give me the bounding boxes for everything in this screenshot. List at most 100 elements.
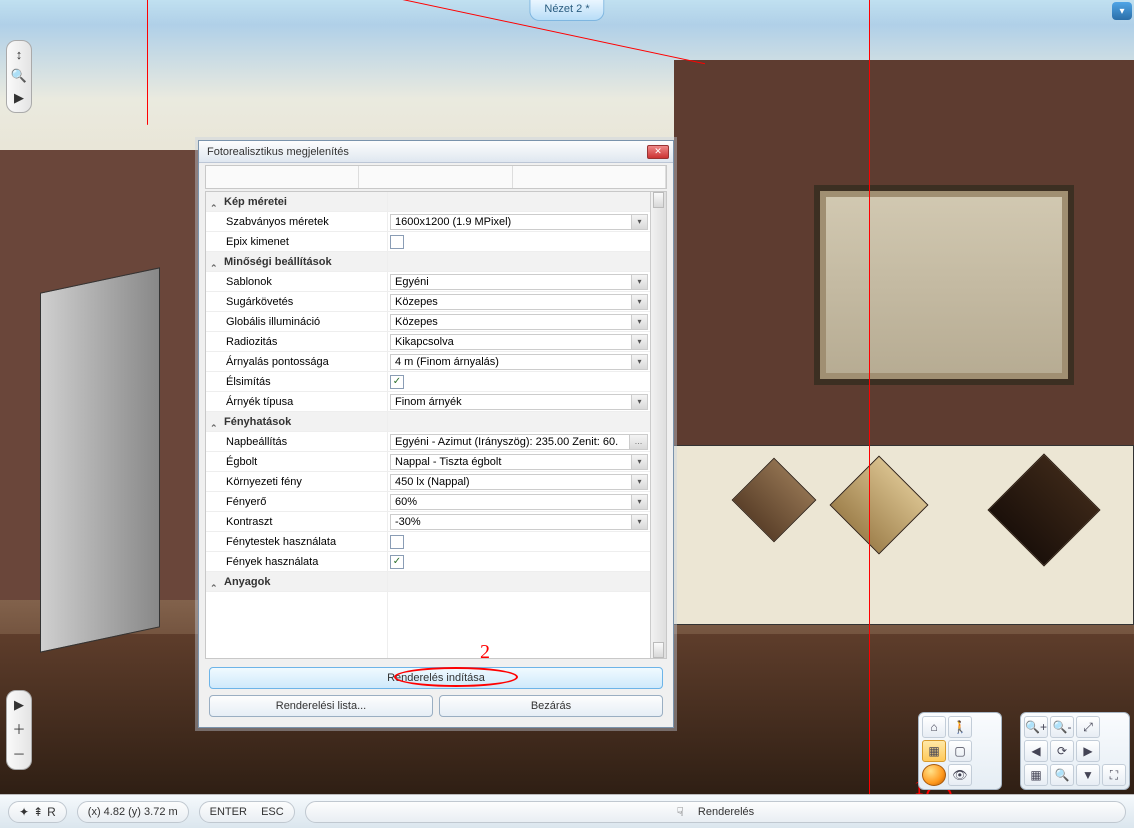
painting: [814, 185, 1074, 385]
combo-radiosity[interactable]: Kikapcsolva▾: [390, 334, 648, 350]
more-icon[interactable]: …: [629, 435, 647, 449]
checkbox-use-lights[interactable]: ✓: [390, 555, 404, 569]
section-quality[interactable]: Minőségi beállítások: [224, 256, 332, 268]
zoom-window-icon[interactable]: 🔍: [1050, 764, 1074, 786]
chevron-down-icon[interactable]: ▾: [631, 475, 647, 489]
combo-sun[interactable]: Egyéni - Azimut (Irányszög): 235.00 Zeni…: [390, 434, 648, 450]
dialog-toolstrip[interactable]: [205, 165, 667, 189]
render-settings-dialog: Fotorealisztikus megjelenítés ✕ ⌃ Kép mér…: [198, 140, 674, 728]
walk-icon[interactable]: 🚶: [948, 716, 972, 738]
dialog-titlebar[interactable]: Fotorealisztikus megjelenítés ✕: [199, 141, 673, 163]
section-light[interactable]: Fényhatások: [224, 416, 291, 428]
scrollbar-vertical[interactable]: [650, 192, 666, 658]
label-intensity: Fényerő: [206, 492, 387, 512]
label-sky: Égbolt: [206, 452, 387, 472]
zoom-extents-icon[interactable]: ⤢: [1076, 716, 1100, 738]
move-icon[interactable]: ↕: [16, 47, 23, 62]
zoom-icon[interactable]: 🔍: [11, 68, 27, 84]
perspective-icon[interactable]: ⌂: [922, 716, 946, 738]
label-standard-sizes: Szabványos méretek: [206, 212, 387, 232]
label-shadow-type: Árnyék típusa: [206, 392, 387, 412]
cube-wire-icon[interactable]: ▢: [948, 740, 972, 762]
chevron-down-icon[interactable]: ▾: [631, 275, 647, 289]
chevron-up-icon[interactable]: ⌃: [210, 258, 218, 266]
status-bar: ✦ ⇞ R (x) 4.82 (y) 3.72 m ENTER ESC ☟ Re…: [0, 794, 1134, 828]
settings-grid: ⌃ Kép méretei Szabványos méretek Epix kim…: [205, 191, 667, 659]
close-button[interactable]: Bezárás: [439, 695, 663, 717]
annotation-2-ellipse: [394, 667, 518, 687]
checkbox-use-fixtures[interactable]: [390, 535, 404, 549]
zoom-in-icon[interactable]: 🔍+: [1024, 716, 1048, 738]
chevron-down-icon[interactable]: ▾: [631, 515, 647, 529]
combo-shadow-type[interactable]: Finom árnyék▾: [390, 394, 648, 410]
label-contrast: Kontraszt: [206, 512, 387, 532]
section-materials[interactable]: Anyagok: [224, 576, 270, 588]
status-esc[interactable]: ESC: [261, 806, 284, 818]
chevron-down-icon[interactable]: ▾: [631, 335, 647, 349]
combo-standard-sizes[interactable]: 1600x1200 (1.9 MPixel)▾: [390, 214, 648, 230]
left-nav-toolbar[interactable]: ↕ 🔍 ▶: [6, 40, 32, 113]
status-enter-esc[interactable]: ENTER ESC: [199, 801, 295, 823]
arrow-right-icon[interactable]: ▶: [1076, 740, 1100, 762]
compass-icon: ✦: [19, 805, 29, 819]
label-use-lights: Fények használata: [206, 552, 387, 572]
label-raytracing: Sugárkövetés: [206, 292, 387, 312]
chevron-down-icon[interactable]: ▾: [631, 315, 647, 329]
status-action: ☟ Renderelés: [305, 801, 1126, 823]
navigation-palette[interactable]: 🔍+ 🔍- ⤢ ◀ ⟳ ▶ ▦ 🔍 ▼ ⛶: [1020, 712, 1130, 790]
main-menu-chevron[interactable]: [1112, 2, 1132, 20]
chevron-up-icon[interactable]: ⌃: [210, 198, 218, 206]
close-icon[interactable]: ✕: [647, 145, 669, 159]
eye-icon[interactable]: 👁: [948, 764, 972, 786]
combo-gi[interactable]: Közepes▾: [390, 314, 648, 330]
arrow-down-icon[interactable]: ▼: [1076, 764, 1100, 786]
dialog-title: Fotorealisztikus megjelenítés: [207, 146, 349, 158]
combo-templates[interactable]: Egyéni▾: [390, 274, 648, 290]
zoom-out-icon[interactable]: 🔍-: [1050, 716, 1074, 738]
section-image-size[interactable]: Kép méretei: [224, 196, 287, 208]
checkbox-antialias[interactable]: ✓: [390, 375, 404, 389]
arrow-left-icon[interactable]: ◀: [1024, 740, 1048, 762]
view-mode-palette[interactable]: ⌂ 🚶 ▦ ▢ 👁: [918, 712, 1002, 790]
view-tab[interactable]: Nézet 2 *: [529, 0, 604, 21]
left-zoom-toolbar[interactable]: ▶ ＋ －: [6, 690, 32, 770]
combo-raytracing[interactable]: Közepes▾: [390, 294, 648, 310]
label-epix: Epix kimenet: [206, 232, 387, 252]
chevron-up-icon[interactable]: ⌃: [210, 578, 218, 586]
label-use-fixtures: Fénytestek használata: [206, 532, 387, 552]
status-coords: (x) 4.82 (y) 3.72 m: [77, 801, 189, 823]
play-icon[interactable]: ▶: [14, 90, 24, 106]
grid-icon[interactable]: ▦: [1024, 764, 1048, 786]
play-icon[interactable]: ▶: [14, 697, 24, 713]
chevron-down-icon[interactable]: ▾: [631, 395, 647, 409]
fullscreen-icon[interactable]: ⛶: [1102, 764, 1126, 786]
combo-ambient[interactable]: 450 lx (Nappal)▾: [390, 474, 648, 490]
axis-icon: ⇞: [33, 805, 43, 819]
chevron-down-icon[interactable]: ▾: [631, 295, 647, 309]
chevron-down-icon[interactable]: ▾: [631, 215, 647, 229]
chevron-down-icon[interactable]: ▾: [631, 495, 647, 509]
cube-shaded-icon[interactable]: ▦: [922, 740, 946, 762]
label-gi: Globális illumináció: [206, 312, 387, 332]
status-axes[interactable]: ✦ ⇞ R: [8, 801, 67, 823]
render-list-button[interactable]: Renderelési lista...: [209, 695, 433, 717]
render-sphere-icon[interactable]: [922, 764, 946, 786]
guide-line-vertical: [869, 0, 870, 794]
status-enter[interactable]: ENTER: [210, 806, 247, 818]
combo-sky[interactable]: Nappal - Tiszta égbolt▾: [390, 454, 648, 470]
checkbox-epix[interactable]: [390, 235, 404, 249]
chevron-down-icon[interactable]: ▾: [631, 355, 647, 369]
ruler-icon: R: [47, 805, 56, 819]
chevron-up-icon[interactable]: ⌃: [210, 418, 218, 426]
label-templates: Sablonok: [206, 272, 387, 292]
cursor-icon: ☟: [676, 805, 683, 819]
minus-icon[interactable]: －: [12, 744, 25, 763]
plus-icon[interactable]: ＋: [12, 719, 25, 738]
combo-contrast[interactable]: -30%▾: [390, 514, 648, 530]
combo-intensity[interactable]: 60%▾: [390, 494, 648, 510]
label-radiosity: Radiozitás: [206, 332, 387, 352]
label-sun: Napbeállítás: [206, 432, 387, 452]
combo-shading-accuracy[interactable]: 4 m (Finom árnyalás)▾: [390, 354, 648, 370]
chevron-down-icon[interactable]: ▾: [631, 455, 647, 469]
orbit-icon[interactable]: ⟳: [1050, 740, 1074, 762]
